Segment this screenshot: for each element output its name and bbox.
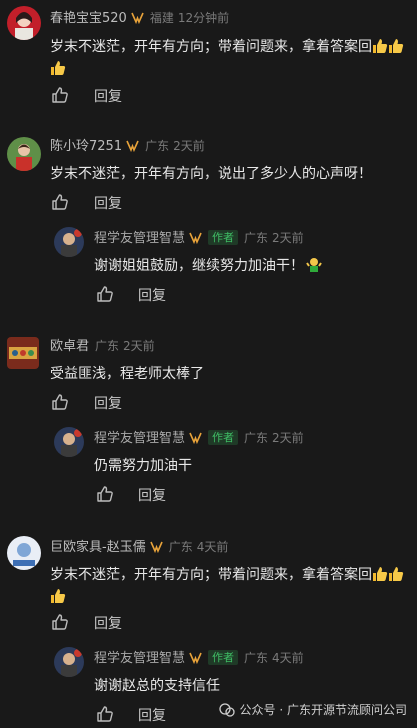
- reply-text: 仍需努力加油干: [94, 458, 192, 474]
- thumbs-up-emoji: [372, 566, 388, 582]
- comment-text-body: 岁末不迷茫，开年有方向；带着问题来，拿着答案回: [50, 39, 372, 55]
- comment-text: 岁末不迷茫，开年有方向；带着问题来，拿着答案回: [50, 36, 410, 80]
- like-icon[interactable]: [51, 393, 69, 411]
- avatar[interactable]: [7, 536, 41, 570]
- author-badge: 作者: [208, 650, 239, 665]
- like-author-icon: [189, 652, 202, 664]
- like-author-icon: [189, 432, 202, 444]
- avatar[interactable]: [7, 337, 39, 369]
- username[interactable]: 春艳宝宝520: [50, 11, 127, 26]
- author-badge: 作者: [208, 230, 239, 245]
- location: 广东: [244, 231, 269, 245]
- comment-text: 受益匪浅，程老师太棒了: [50, 366, 204, 382]
- author-name[interactable]: 程学友管理智慧: [94, 651, 185, 666]
- reply-button[interactable]: 回复: [94, 613, 122, 633]
- timestamp: 2天前: [123, 339, 155, 353]
- reply-button[interactable]: 回复: [94, 193, 122, 213]
- author-name[interactable]: 程学友管理智慧: [94, 231, 185, 246]
- like-icon[interactable]: [96, 285, 114, 303]
- username[interactable]: 巨欧家具-赵玉儒: [50, 540, 146, 555]
- location: 广东: [244, 431, 269, 445]
- thumbs-up-emoji: [388, 38, 404, 54]
- timestamp: 4天前: [272, 651, 304, 665]
- wechat-icon: [218, 702, 235, 717]
- like-author-icon: [131, 12, 144, 24]
- reply-button[interactable]: 回复: [138, 705, 166, 725]
- reply-button[interactable]: 回复: [94, 86, 122, 106]
- timestamp: 2天前: [173, 139, 205, 153]
- location: 广东: [145, 139, 170, 153]
- timestamp: 2天前: [272, 431, 304, 445]
- comment-text: 岁末不迷茫，开年有方向，说出了多少人的心声呀！: [50, 166, 372, 182]
- thumbs-up-emoji: [50, 60, 66, 76]
- avatar[interactable]: [7, 137, 41, 171]
- reply-header: 程学友管理智慧 作者 广东 2天前: [94, 229, 304, 248]
- reply-text-body: 谢谢姐姐鼓励，继续努力加油干！: [94, 258, 304, 274]
- location: 广东: [244, 651, 269, 665]
- like-icon[interactable]: [96, 705, 114, 723]
- thumbs-up-emoji: [50, 588, 66, 604]
- username[interactable]: 陈小玲7251: [50, 139, 122, 154]
- thumbs-up-emoji: [388, 566, 404, 582]
- like-icon[interactable]: [51, 613, 69, 631]
- author-name[interactable]: 程学友管理智慧: [94, 431, 185, 446]
- reply-button[interactable]: 回复: [138, 485, 166, 505]
- like-author-icon: [149, 541, 163, 553]
- watermark-text: 公众号 · 广东开源节流顾问公司: [239, 703, 407, 717]
- like-icon[interactable]: [51, 193, 69, 211]
- like-author-icon: [189, 232, 202, 244]
- reply-button[interactable]: 回复: [94, 393, 122, 413]
- like-author-icon: [126, 140, 139, 152]
- comment-header: 巨欧家具-赵玉儒 广东 4天前: [50, 538, 228, 557]
- like-icon[interactable]: [96, 485, 114, 503]
- cheer-emoji: [306, 257, 322, 273]
- avatar[interactable]: [7, 6, 41, 40]
- timestamp: 4天前: [196, 540, 229, 554]
- author-avatar[interactable]: [54, 427, 84, 457]
- location: 广东: [168, 540, 193, 554]
- like-icon[interactable]: [51, 86, 69, 104]
- watermark: 公众号 · 广东开源节流顾问公司: [218, 701, 407, 718]
- reply-text: 谢谢姐姐鼓励，继续努力加油干！: [94, 255, 322, 277]
- comment-text-body: 岁末不迷茫，开年有方向；带着问题来，拿着答案回: [50, 567, 372, 583]
- comment-text: 岁末不迷茫，开年有方向；带着问题来，拿着答案回: [50, 564, 410, 608]
- author-avatar[interactable]: [54, 227, 84, 257]
- thumbs-up-emoji: [372, 38, 388, 54]
- reply-text: 谢谢赵总的支持信任: [94, 678, 220, 694]
- comment-header: 陈小玲7251 广东 2天前: [50, 137, 205, 156]
- reply-button[interactable]: 回复: [138, 285, 166, 305]
- comment-header: 春艳宝宝520 福建 12分钟前: [50, 9, 229, 28]
- location: 福建: [149, 11, 174, 25]
- timestamp: 2天前: [272, 231, 304, 245]
- username[interactable]: 欧卓君: [50, 339, 89, 354]
- location: 广东: [95, 339, 120, 353]
- author-badge: 作者: [208, 430, 239, 445]
- timestamp: 12分钟前: [177, 11, 230, 25]
- reply-header: 程学友管理智慧 作者 广东 4天前: [94, 649, 304, 668]
- reply-header: 程学友管理智慧 作者 广东 2天前: [94, 429, 304, 448]
- comment-header: 欧卓君 广东 2天前: [50, 337, 155, 356]
- author-avatar[interactable]: [54, 647, 84, 677]
